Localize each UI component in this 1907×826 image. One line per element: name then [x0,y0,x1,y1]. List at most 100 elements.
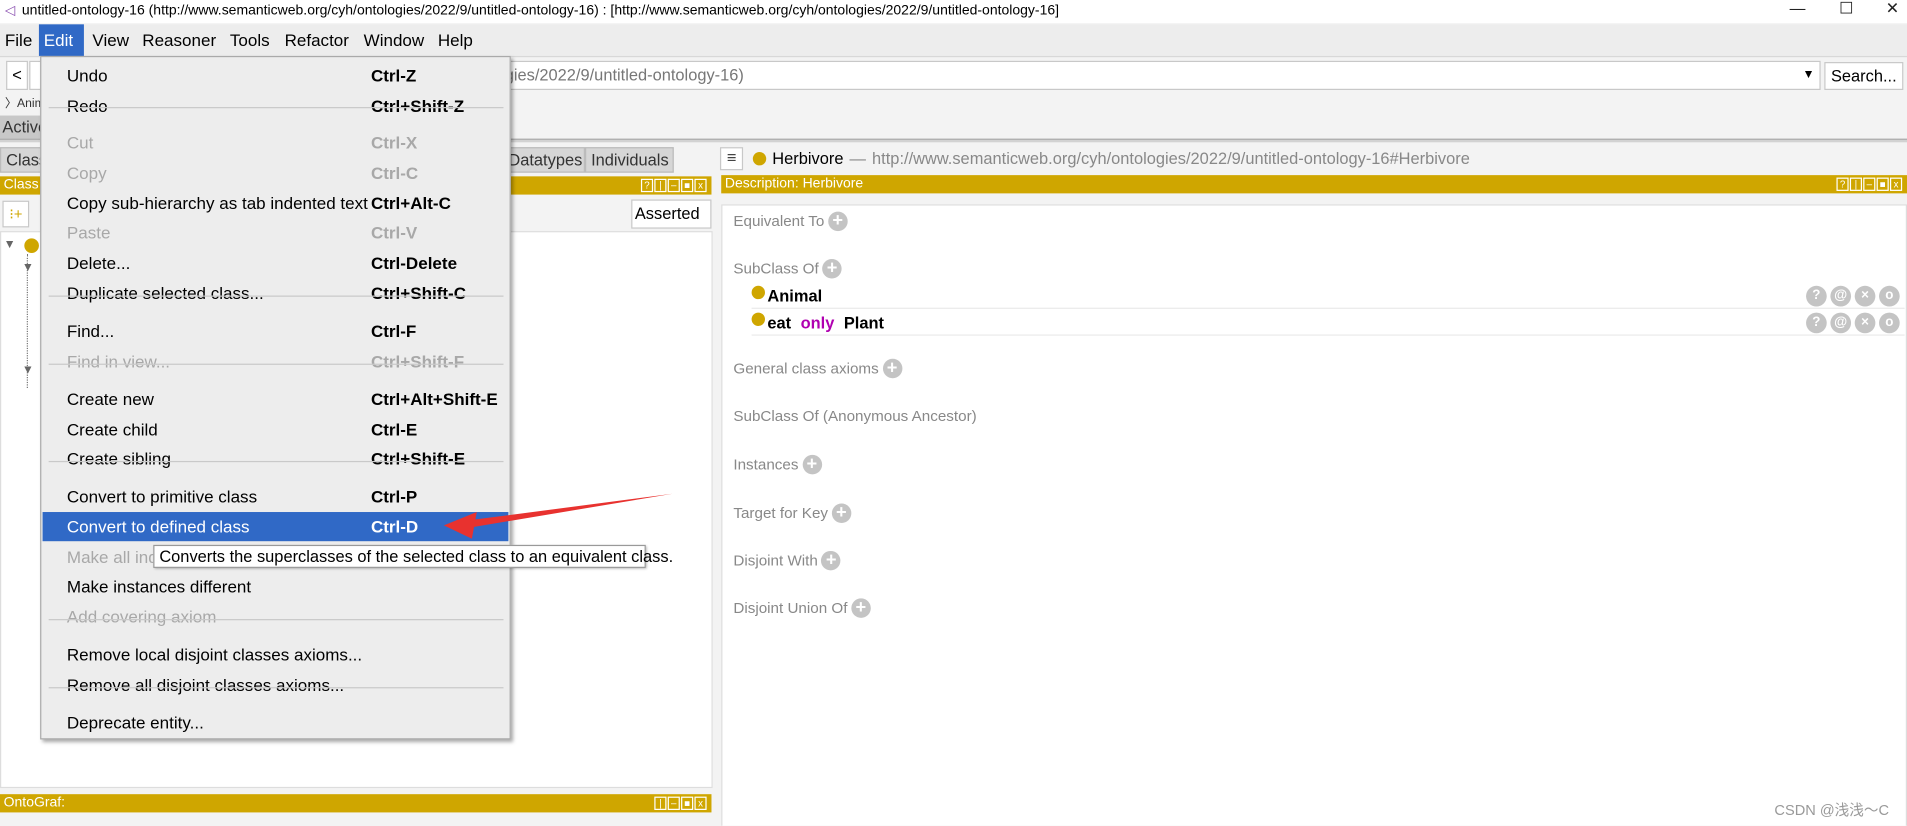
split-icon[interactable]: | [1849,177,1863,191]
explain-icon[interactable]: ? [1806,285,1827,307]
menu-item[interactable]: Find... Ctrl-F [43,316,509,345]
section-label: Equivalent To [733,212,825,230]
menu-item[interactable]: Duplicate selected class... Ctrl+Shift-C [43,279,509,308]
dropdown-arrow-icon[interactable]: ▼ [1803,62,1815,89]
edit-icon[interactable]: o [1879,312,1900,334]
annotate-icon[interactable]: @ [1830,312,1852,334]
menu-item: Add covering axiom [43,602,509,631]
header-title: OntoGraf: [3,795,66,810]
add-icon[interactable]: + [821,550,841,571]
menu-item[interactable]: Convert to primitive class Ctrl-P [43,482,509,511]
menu-item-label: Copy sub-hierarchy as tab indented text [66,193,368,213]
section-general-class-axioms: General class axioms + [733,358,902,379]
menu-window[interactable]: Window [359,24,429,56]
menu-edit[interactable]: Edit [38,24,84,56]
tab-datatypes[interactable]: Datatypes [502,147,585,173]
menu-reasoner[interactable]: Reasoner [137,24,221,56]
menu-item[interactable]: Create child Ctrl-E [43,415,509,444]
menu-item[interactable]: Create sibling Ctrl+Shift-E [43,444,509,473]
menu-item-shortcut: Ctrl-D [370,516,419,537]
breadcrumb[interactable]: 〉Anim [5,92,45,110]
entity-heading: Herbivore — http://www.semanticweb.org/c… [752,149,1470,168]
menu-item[interactable]: Redo Ctrl+Shift-Z [43,91,509,120]
close-button[interactable]: ✕ [1868,0,1907,22]
annotate-icon[interactable]: @ [1830,285,1852,307]
close-view-icon[interactable]: x [694,178,707,193]
split-icon[interactable]: | [654,178,667,193]
menu-item-label: Find in view... [66,351,171,371]
maximize-button[interactable]: ☐ [1822,0,1871,22]
split-h-icon[interactable]: – [1863,177,1876,191]
menu-item[interactable]: Copy sub-hierarchy as tab indented text C… [43,189,509,218]
menu-item-label: Cut [66,132,94,153]
menu-item-shortcut: Ctrl+Shift-E [370,448,466,469]
menu-item-label: Undo [66,65,108,86]
view-controls[interactable]: ? | – ■ x [1836,177,1903,191]
menu-separator [48,107,504,109]
superclass-row[interactable]: eat only Plant ? @ × o [751,310,1905,336]
menu-bar: File Edit View Reasoner Tools Refactor W… [0,24,1907,58]
edit-icon[interactable]: o [1879,285,1900,307]
expand-icon[interactable]: ▼ [22,261,34,274]
split-icon[interactable]: | [654,796,667,810]
search-button[interactable]: Search... [1824,62,1904,90]
minimize-button[interactable]: — [1773,0,1822,22]
menu-item-label: Create child [66,419,158,440]
add-icon[interactable]: + [802,454,822,475]
delete-icon[interactable]: × [1854,312,1876,334]
close-view-icon[interactable]: x [694,796,707,810]
maximize-view-icon[interactable]: ■ [681,178,694,193]
menu-item-label: Remove local disjoint classes axioms... [66,644,363,665]
back-button[interactable]: < [6,60,28,90]
menu-item[interactable]: Make instances different [43,572,509,601]
add-icon[interactable]: + [822,259,842,279]
hamburger-menu-icon[interactable]: ≡ [719,147,744,171]
superclass-row[interactable]: Animal ? @ × o [751,283,1905,309]
menu-item[interactable]: Create new Ctrl+Alt+Shift-E [43,384,509,413]
split-h-icon[interactable]: – [667,178,680,193]
menu-item-label: Find... [66,321,115,341]
menu-item-label: Convert to primitive class [66,486,258,506]
add-subclass-icon[interactable]: ⁝+ [2,200,30,228]
header-title: Description: Herbivore [724,176,864,191]
help-icon[interactable]: ? [640,178,654,193]
menu-view[interactable]: View [88,24,134,56]
expand-icon[interactable]: ▼ [22,364,34,377]
menu-item[interactable]: Remove local disjoint classes axioms... [43,640,509,669]
menu-item[interactable]: Deprecate entity... [43,708,509,737]
menu-tools[interactable]: Tools [225,24,274,56]
view-controls[interactable]: ? | – ■ x [640,178,707,193]
close-view-icon[interactable]: x [1889,177,1903,191]
address-text: gies/2022/9/untitled-ontology-16) [504,65,744,84]
add-icon[interactable]: + [851,598,871,618]
help-icon[interactable]: ? [1836,177,1849,191]
asserted-dropdown[interactable]: Asserted ▼ [631,199,712,248]
menu-item[interactable]: Convert to defined class Ctrl-D [42,512,509,542]
split-h-icon[interactable]: – [667,796,680,810]
menu-item: Find in view... Ctrl+Shift-F [43,347,509,376]
entity-iri: http://www.semanticweb.org/cyh/ontologie… [872,149,1470,168]
expand-icon[interactable]: ▼ [4,238,16,251]
menu-help[interactable]: Help [433,24,478,56]
menu-item-shortcut: Ctrl-X [370,132,418,153]
menu-refactor[interactable]: Refactor [280,24,354,56]
menu-file[interactable]: File [0,24,37,56]
menu-item[interactable]: Remove all disjoint classes axioms... [43,670,509,699]
tab-individuals[interactable]: Individuals [584,147,674,173]
section-disjoint-with: Disjoint With + [733,550,841,571]
view-controls[interactable]: | – ■ x [654,796,707,810]
maximize-view-icon[interactable]: ■ [1876,177,1889,191]
menu-item[interactable]: Delete... Ctrl-Delete [43,248,509,277]
add-icon[interactable]: + [828,212,848,232]
delete-icon[interactable]: × [1854,285,1876,307]
menu-item-shortcut: Ctrl-V [370,222,418,243]
explain-icon[interactable]: ? [1806,312,1827,334]
menu-item-shortcut: Ctrl+Shift-Z [370,96,465,116]
menu-separator [48,687,504,689]
menu-item-shortcut: Ctrl-P [370,486,418,506]
maximize-view-icon[interactable]: ■ [681,796,694,810]
add-icon[interactable]: + [882,358,902,379]
keyword-text: only [800,313,835,332]
add-icon[interactable]: + [831,504,852,523]
menu-item[interactable]: Undo Ctrl-Z [43,61,509,90]
